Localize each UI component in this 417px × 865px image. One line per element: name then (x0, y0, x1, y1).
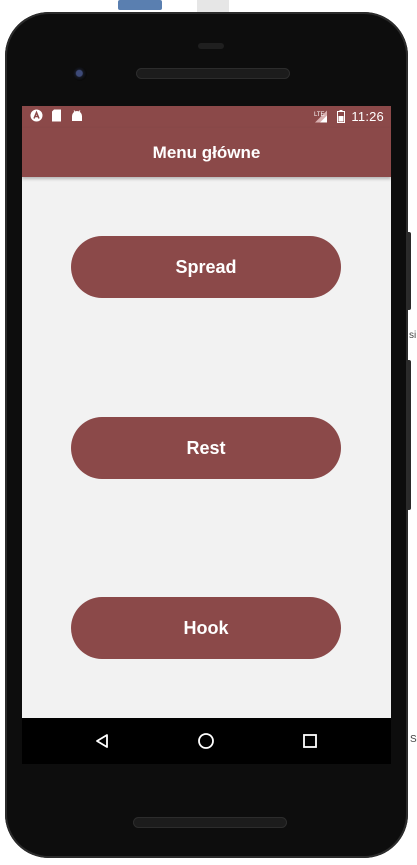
battery-icon (336, 110, 345, 123)
background-window-fragment (118, 0, 162, 10)
app-bar: Menu główne (22, 128, 391, 177)
status-clock: 11:26 (351, 109, 384, 124)
signal-icon: LTE (314, 110, 330, 123)
status-notification-icons (30, 109, 83, 122)
app-a-icon (30, 109, 43, 122)
background-text-fragment: S (410, 734, 417, 745)
home-icon[interactable] (194, 729, 218, 753)
status-bar: LTE 11:26 (22, 106, 391, 128)
top-sensor (198, 43, 224, 49)
navigation-bar (22, 718, 391, 764)
app-title: Menu główne (152, 142, 261, 162)
rest-button[interactable]: Rest (71, 417, 341, 479)
hook-button[interactable]: Hook (71, 597, 341, 659)
bottom-speaker (133, 817, 287, 828)
front-camera-icon (73, 67, 87, 81)
status-system-icons: LTE 11:26 (314, 109, 384, 124)
android-icon (70, 109, 83, 122)
recents-icon[interactable] (298, 729, 322, 753)
background-text-fragment: si (409, 330, 417, 341)
network-type-label: LTE (314, 112, 325, 118)
back-icon[interactable] (90, 729, 114, 753)
emulator-stage: si S LTE 11:26 Menu główne Spread Rest H… (0, 0, 417, 865)
earpiece-speaker (136, 68, 290, 79)
spread-button[interactable]: Spread (71, 236, 341, 298)
sd-card-icon (50, 109, 63, 122)
phone-screen: LTE 11:26 Menu główne Spread Rest Hook (22, 106, 391, 718)
